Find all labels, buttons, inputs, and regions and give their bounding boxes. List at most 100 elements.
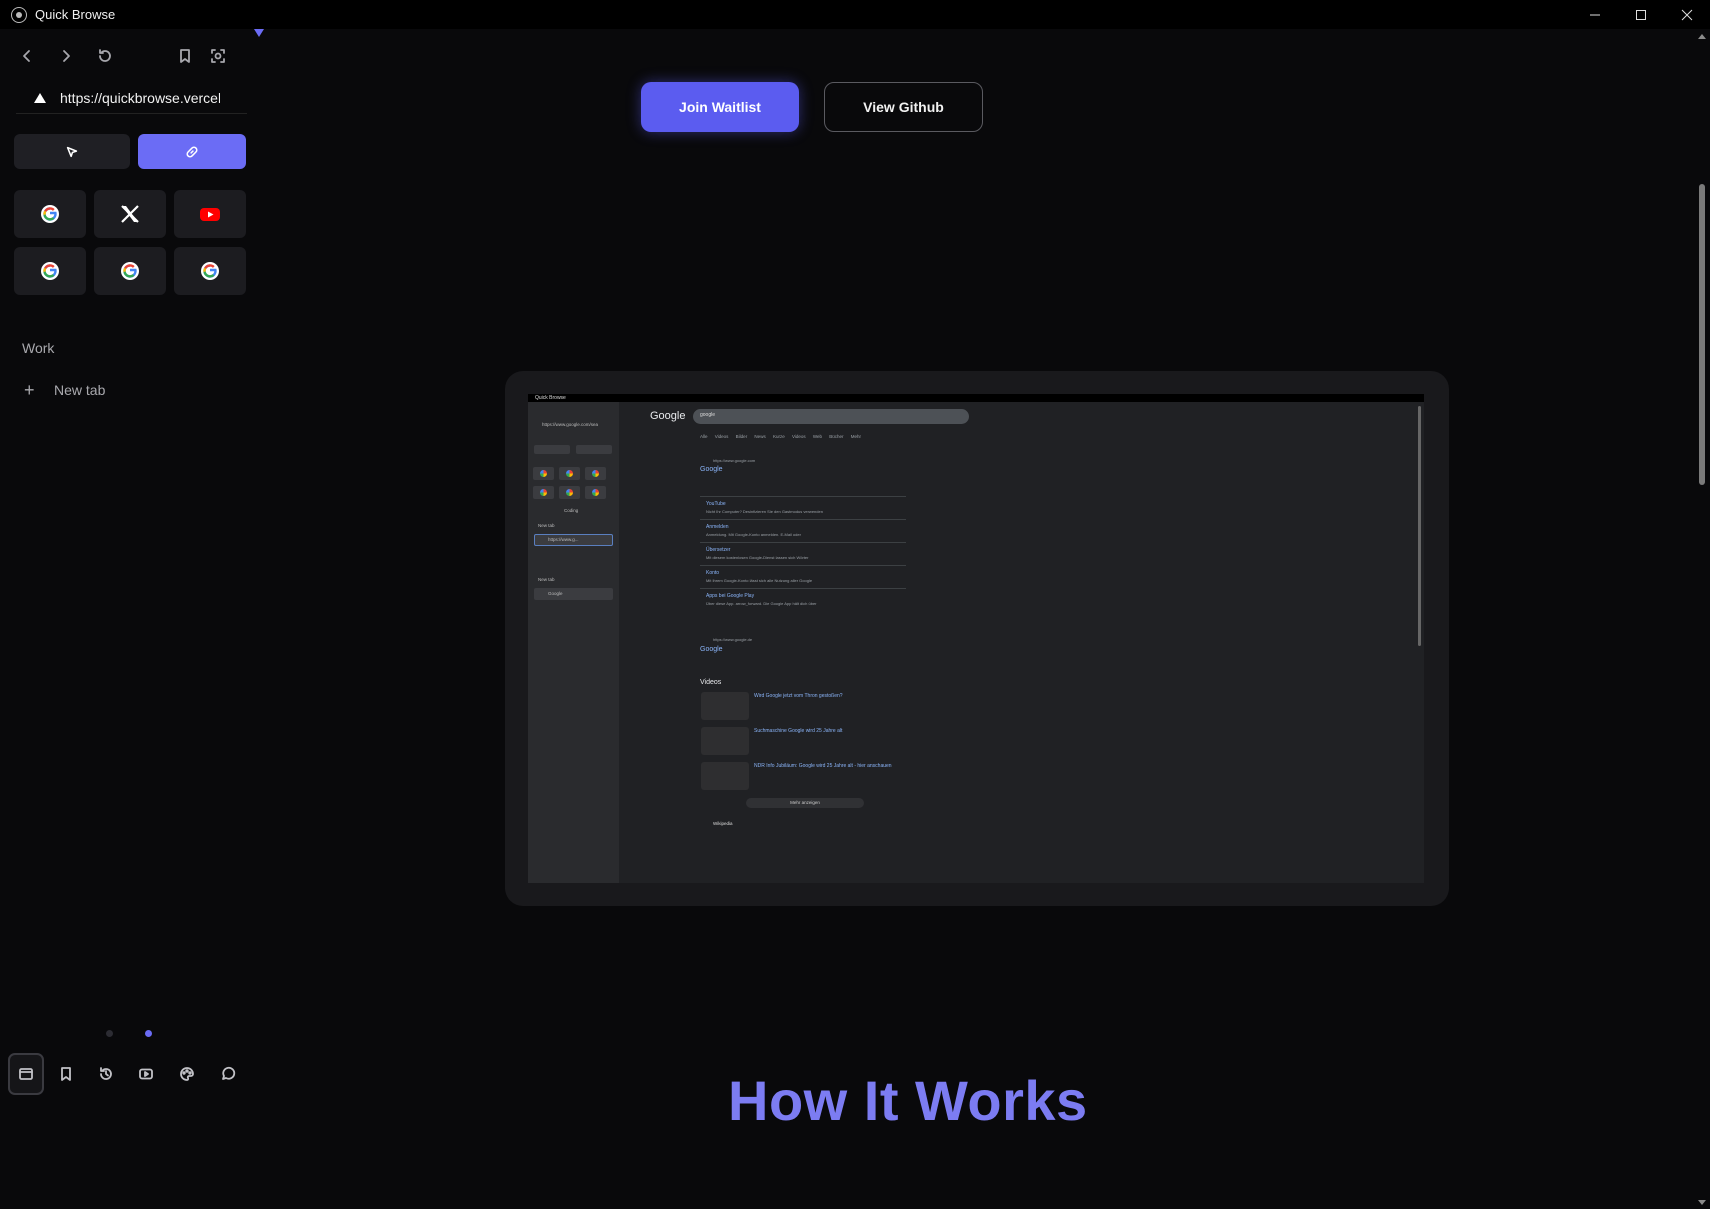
bookmarks-button[interactable] [48, 1053, 84, 1095]
cursor-icon [66, 146, 78, 157]
close-icon [1681, 9, 1693, 20]
mini-sidebar: https://www.google.com/sea Coding New ta… [528, 402, 619, 883]
scroll-down-arrow-icon[interactable] [1698, 1200, 1706, 1205]
tabs-button[interactable] [8, 1053, 44, 1095]
result-title: Google [700, 466, 723, 473]
favorite-youtube[interactable] [174, 190, 246, 238]
mini-new-tab: New tab [538, 577, 555, 582]
favorite-google[interactable] [94, 247, 166, 295]
favorite-x[interactable] [94, 190, 166, 238]
palette-icon [180, 1067, 194, 1081]
page-scrollbar[interactable] [1695, 29, 1710, 1209]
join-waitlist-button[interactable]: Join Waitlist [641, 82, 799, 132]
plus-icon: + [24, 380, 35, 400]
sitelink-title: Apps bei Google Play [706, 593, 755, 599]
accent-marker-icon [254, 29, 264, 37]
new-tab-button[interactable]: + New tab [24, 380, 105, 400]
more-videos-button: Mehr anzeigen [746, 798, 864, 808]
link-icon [186, 145, 198, 158]
google-icon [41, 262, 59, 280]
mini-title-bar: Quick Browse [528, 394, 1424, 402]
wiki-source: Wikipedia [713, 821, 733, 826]
mini-tab-label: https://www.g... [548, 537, 579, 542]
forward-button[interactable] [53, 43, 79, 69]
sitelink-title: YouTube [706, 501, 726, 507]
reload-button[interactable] [92, 43, 118, 69]
preview-scrollbar [1418, 406, 1421, 646]
google-search-query: google [700, 412, 716, 418]
google-search-box: google [693, 409, 969, 424]
video-title: NDR Info Jubiläum: Google wird 25 Jahre … [754, 763, 892, 769]
close-button[interactable] [1664, 0, 1710, 29]
youtube-icon [200, 208, 220, 221]
sitelink-title: Anmelden [706, 524, 729, 530]
bookmark-icon [180, 49, 190, 63]
video-thumbnail [701, 727, 749, 755]
preview-card: Quick Browse https://www.google.com/sea … [505, 371, 1449, 906]
sitelink: Übersetzer Mit diesem kostenlosen Google… [700, 542, 906, 565]
mini-favorite [559, 486, 580, 499]
maximize-icon [1636, 9, 1646, 20]
main-content: Join Waitlist View Github Quick Browse h… [249, 29, 1695, 1209]
sitelink-snippet: Mit Ihrem Google-Konto lässt sich alle N… [706, 578, 813, 583]
favorite-google[interactable] [174, 247, 246, 295]
palette-button[interactable] [169, 1053, 205, 1095]
app-preview-screenshot: Quick Browse https://www.google.com/sea … [528, 394, 1424, 883]
chat-button[interactable] [210, 1053, 246, 1095]
window-controls [1572, 0, 1710, 29]
page-indicator [104, 1030, 154, 1040]
video-thumbnail [701, 692, 749, 720]
scroll-up-arrow-icon[interactable] [1698, 34, 1706, 39]
mini-window-title: Quick Browse [535, 395, 566, 401]
screenshot-button[interactable] [205, 43, 231, 69]
sitelink-title: Konto [706, 570, 720, 576]
sitelink-snippet: Über diese App. arrow_forward. Die Googl… [706, 601, 817, 606]
favorite-google[interactable] [14, 190, 86, 238]
forward-icon [63, 50, 70, 62]
google-tabs: Alle Videos Bilder News Kurze Videos Web… [700, 434, 862, 439]
maximize-button[interactable] [1618, 0, 1664, 29]
sitelink-title: Übersetzer [706, 547, 731, 553]
sitelink-snippet: Anmeldung. Mit Google-Konto anmelden. E-… [706, 532, 801, 537]
bookmark-button[interactable] [172, 43, 198, 69]
mini-tab [534, 588, 613, 600]
mini-link-mode [576, 445, 612, 454]
mini-favorite [559, 467, 580, 480]
page-dot-active[interactable] [145, 1030, 152, 1037]
mini-section-label: Coding [564, 508, 579, 513]
video-button[interactable] [128, 1053, 164, 1095]
chat-icon [222, 1066, 236, 1080]
section-label-work[interactable]: Work [22, 340, 54, 356]
scrollbar-thumb[interactable] [1699, 184, 1705, 485]
minimize-button[interactable] [1572, 0, 1618, 29]
sitelink: Anmelden Anmeldung. Mit Google-Konto anm… [700, 519, 906, 542]
url-text[interactable]: https://quickbrowse.vercel.app [60, 90, 220, 106]
google-logo: Google [650, 410, 686, 422]
tabs-icon [19, 1068, 33, 1080]
minimize-icon [1590, 14, 1600, 15]
view-github-button[interactable]: View Github [824, 82, 983, 132]
url-bar[interactable]: https://quickbrowse.vercel.app [16, 82, 247, 114]
sitelink: Apps bei Google Play Über diese App. arr… [700, 588, 906, 611]
reload-icon [99, 49, 111, 62]
google-icon [41, 205, 59, 223]
mini-new-tab: New tab [538, 523, 555, 528]
title-bar: Quick Browse [0, 0, 1710, 29]
mini-select-mode [534, 445, 570, 454]
google-icon [121, 262, 139, 280]
x-icon [121, 205, 139, 223]
mini-tab-label: Google [548, 591, 563, 596]
history-button[interactable] [88, 1053, 124, 1095]
sitelink: YouTube Nicht Ihr Computer? Desinfiziere… [700, 496, 906, 519]
bottom-toolbar [6, 1053, 249, 1097]
select-mode-button[interactable] [14, 134, 130, 169]
how-it-works-heading: How It Works [728, 1069, 1088, 1132]
back-button[interactable] [14, 43, 40, 69]
page-dot[interactable] [106, 1030, 113, 1037]
videos-heading: Videos [700, 679, 722, 686]
sitelink-snippet: Mit diesem kostenlosen Google-Dienst las… [706, 555, 809, 560]
link-mode-button[interactable] [138, 134, 246, 169]
favorite-google[interactable] [14, 247, 86, 295]
mini-favorite [533, 467, 554, 480]
result-title: Google [700, 646, 723, 653]
